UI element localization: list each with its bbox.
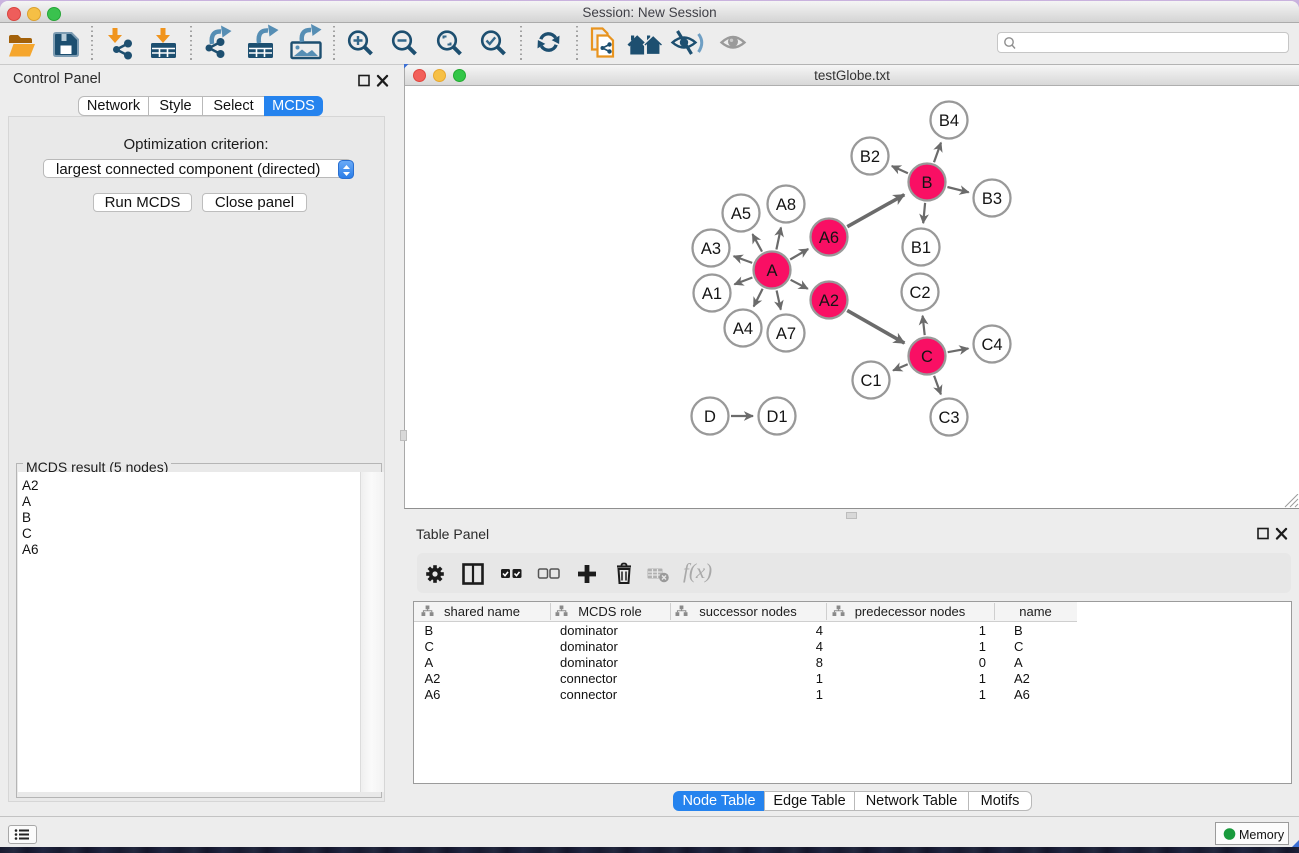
svg-text:B1: B1 <box>911 239 931 257</box>
svg-text:B2: B2 <box>860 148 880 166</box>
svg-text:A7: A7 <box>776 325 796 343</box>
svg-text:A3: A3 <box>701 240 721 258</box>
svg-text:A1: A1 <box>702 285 722 303</box>
svg-text:A2: A2 <box>819 292 839 310</box>
svg-text:C2: C2 <box>909 284 930 302</box>
svg-text:C3: C3 <box>938 409 959 427</box>
svg-text:D1: D1 <box>766 408 787 426</box>
svg-text:C1: C1 <box>860 372 881 390</box>
svg-text:A5: A5 <box>731 205 751 223</box>
svg-text:A6: A6 <box>819 229 839 247</box>
svg-text:B: B <box>921 174 932 192</box>
svg-text:C4: C4 <box>981 336 1002 354</box>
svg-text:D: D <box>704 408 716 426</box>
svg-text:A8: A8 <box>776 196 796 214</box>
svg-text:B4: B4 <box>939 112 959 130</box>
svg-text:C: C <box>921 348 933 366</box>
svg-text:B3: B3 <box>982 190 1002 208</box>
svg-text:A4: A4 <box>733 320 753 338</box>
svg-text:A: A <box>766 262 777 280</box>
